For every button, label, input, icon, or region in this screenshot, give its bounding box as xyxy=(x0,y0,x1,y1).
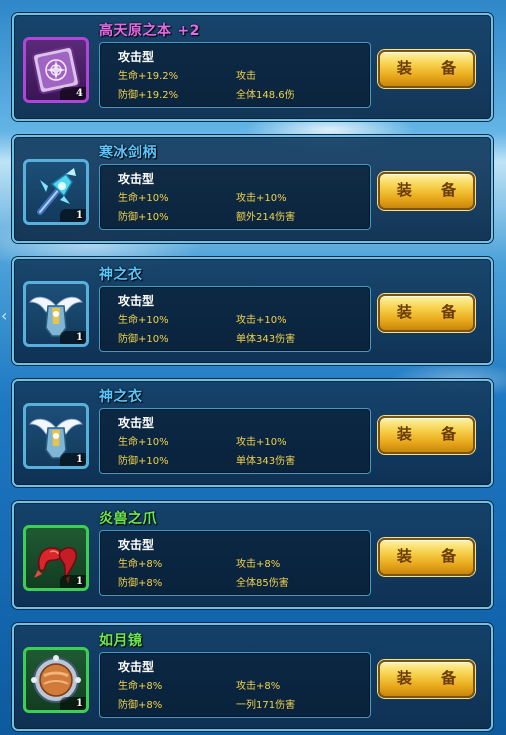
item-slot[interactable]: 1 xyxy=(23,525,89,591)
item-type: 攻击型 xyxy=(118,538,155,552)
stat-defense: 防御+8% xyxy=(118,700,163,711)
item-stats-panel: 攻击型 生命+8% 攻击+8% 防御+8% 全体85伤害 xyxy=(99,530,371,596)
stat-attack: 攻击+10% xyxy=(236,437,287,448)
stat-defense: 防御+19.2% xyxy=(118,90,179,101)
item-type: 攻击型 xyxy=(118,294,155,308)
item-name: 高天原之本 +2 xyxy=(99,20,200,40)
item-slot[interactable]: 1 xyxy=(23,647,89,713)
equipment-card: 1 神之衣 攻击型 生命+10% 攻击+10% 防御+10% 单体343伤害 装… xyxy=(12,257,493,365)
item-stats-panel: 攻击型 生命+10% 攻击+10% 防御+10% 单体343伤害 xyxy=(99,408,371,474)
equip-button[interactable]: 装 备 xyxy=(378,538,475,576)
item-type: 攻击型 xyxy=(118,660,155,674)
item-count: 4 xyxy=(76,88,83,99)
item-type: 攻击型 xyxy=(118,416,155,430)
item-name-text: 寒冰剑柄 xyxy=(99,145,157,161)
stat-defense: 防御+10% xyxy=(118,212,169,223)
item-name-text: 炎兽之爪 xyxy=(99,511,157,527)
equip-button[interactable]: 装 备 xyxy=(378,50,475,88)
item-slot[interactable]: 1 xyxy=(23,281,89,347)
stat-attack: 攻击+10% xyxy=(236,315,287,326)
equip-button[interactable]: 装 备 xyxy=(378,660,475,698)
stat-hp: 生命+8% xyxy=(118,681,163,692)
item-name-text: 神之衣 xyxy=(99,267,143,283)
item-slot[interactable]: 1 xyxy=(23,403,89,469)
stat-hp: 生命+10% xyxy=(118,193,169,204)
item-name-text: 如月镜 xyxy=(99,633,143,649)
equip-button[interactable]: 装 备 xyxy=(378,294,475,332)
item-slot[interactable]: 4 xyxy=(23,37,89,103)
item-count: 1 xyxy=(76,698,83,709)
stat-damage: 一列171伤害 xyxy=(236,700,296,711)
stat-hp: 生命+8% xyxy=(118,559,163,570)
equip-button[interactable]: 装 备 xyxy=(378,172,475,210)
stat-defense: 防御+10% xyxy=(118,456,169,467)
equipment-card: 1 炎兽之爪 攻击型 生命+8% 攻击+8% 防御+8% 全体85伤害 装 备 xyxy=(12,501,493,609)
stat-damage: 额外214伤害 xyxy=(236,212,296,223)
equipment-card: 1 如月镜 攻击型 生命+8% 攻击+8% 防御+8% 一列171伤害 装 备 xyxy=(12,623,493,731)
item-stats-panel: 攻击型 生命+10% 攻击+10% 防御+10% 额外214伤害 xyxy=(99,164,371,230)
stat-defense: 防御+8% xyxy=(118,578,163,589)
item-count: 1 xyxy=(76,210,83,221)
equipment-card: 1 寒冰剑柄 攻击型 生命+10% 攻击+10% 防御+10% 额外214伤害 … xyxy=(12,135,493,243)
stat-defense: 防御+10% xyxy=(118,334,169,345)
item-count: 1 xyxy=(76,332,83,343)
item-name-text: 神之衣 xyxy=(99,389,143,405)
item-name: 神之衣 xyxy=(99,264,143,284)
stat-hp: 生命+10% xyxy=(118,437,169,448)
stat-attack: 攻击+10% xyxy=(236,193,287,204)
stat-hp: 生命+10% xyxy=(118,315,169,326)
item-count: 1 xyxy=(76,576,83,587)
item-type: 攻击型 xyxy=(118,172,155,186)
scroll-left-arrow-icon[interactable]: ‹ xyxy=(1,304,11,328)
item-stats-panel: 攻击型 生命+19.2% 攻击 防御+19.2% 全体148.6伤 xyxy=(99,42,371,108)
item-stats-panel: 攻击型 生命+10% 攻击+10% 防御+10% 单体343伤害 xyxy=(99,286,371,352)
item-name-text: 高天原之本 xyxy=(99,23,172,39)
item-slot[interactable]: 1 xyxy=(23,159,89,225)
equipment-card: 4 高天原之本 +2 攻击型 生命+19.2% 攻击 防御+19.2% 全体148… xyxy=(12,13,493,121)
stat-damage: 全体85伤害 xyxy=(236,578,289,589)
item-count: 1 xyxy=(76,454,83,465)
equipment-card: 1 神之衣 攻击型 生命+10% 攻击+10% 防御+10% 单体343伤害 装… xyxy=(12,379,493,487)
stat-attack: 攻击+8% xyxy=(236,681,281,692)
stat-hp: 生命+19.2% xyxy=(118,71,179,82)
item-name: 炎兽之爪 xyxy=(99,508,157,528)
stat-attack: 攻击 xyxy=(236,71,256,82)
stat-damage: 单体343伤害 xyxy=(236,456,296,467)
item-stats-panel: 攻击型 生命+8% 攻击+8% 防御+8% 一列171伤害 xyxy=(99,652,371,718)
stat-attack: 攻击+8% xyxy=(236,559,281,570)
stat-damage: 单体343伤害 xyxy=(236,334,296,345)
item-type: 攻击型 xyxy=(118,50,155,64)
item-name: 寒冰剑柄 xyxy=(99,142,157,162)
equip-button[interactable]: 装 备 xyxy=(378,416,475,454)
stat-damage: 全体148.6伤 xyxy=(236,90,295,101)
item-name: 神之衣 xyxy=(99,386,143,406)
item-name: 如月镜 xyxy=(99,630,143,650)
item-enhance-level: +2 xyxy=(177,23,200,39)
